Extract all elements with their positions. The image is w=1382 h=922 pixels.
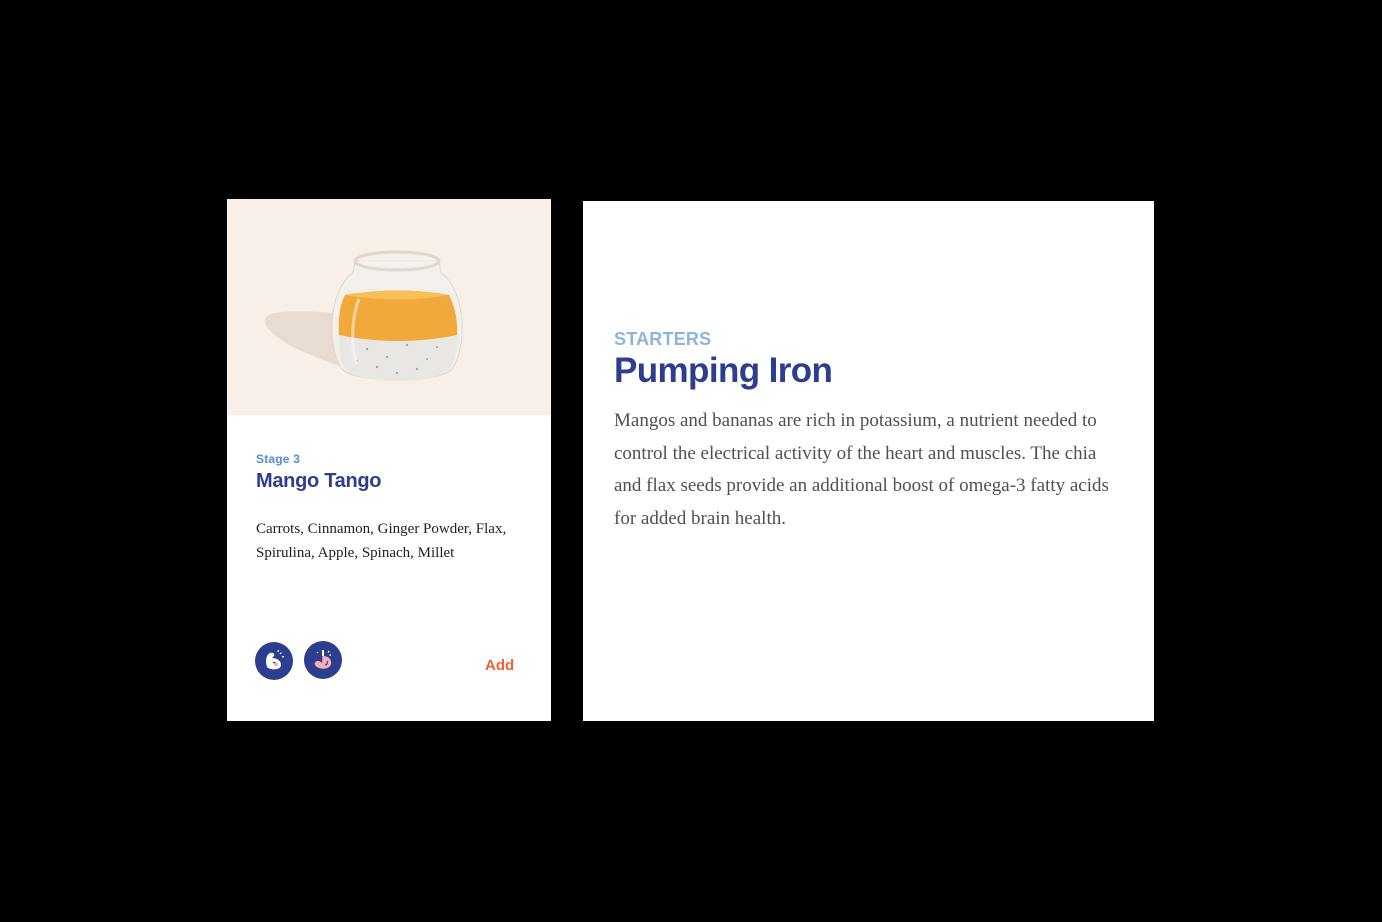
product-title: Mango Tango — [256, 470, 382, 492]
info-title: Pumping Iron — [614, 351, 833, 390]
jar-illustration — [264, 250, 463, 381]
product-image — [227, 199, 551, 415]
product-card[interactable]: Stage 3 Mango Tango Carrots, Cinnamon, G… — [227, 199, 551, 721]
add-button[interactable]: Add — [485, 657, 514, 674]
muscle-icon — [255, 642, 293, 680]
stage-label: Stage 3 — [256, 452, 301, 466]
belly-icon — [304, 641, 342, 679]
info-description: Mangos and bananas are rich in potassium… — [614, 410, 1109, 529]
ingredients-list: Carrots, Cinnamon, Ginger Powder, Flax, … — [256, 521, 507, 561]
category-label: STARTERS — [614, 329, 712, 349]
info-panel: STARTERS Pumping Iron Mangos and bananas… — [583, 201, 1154, 721]
